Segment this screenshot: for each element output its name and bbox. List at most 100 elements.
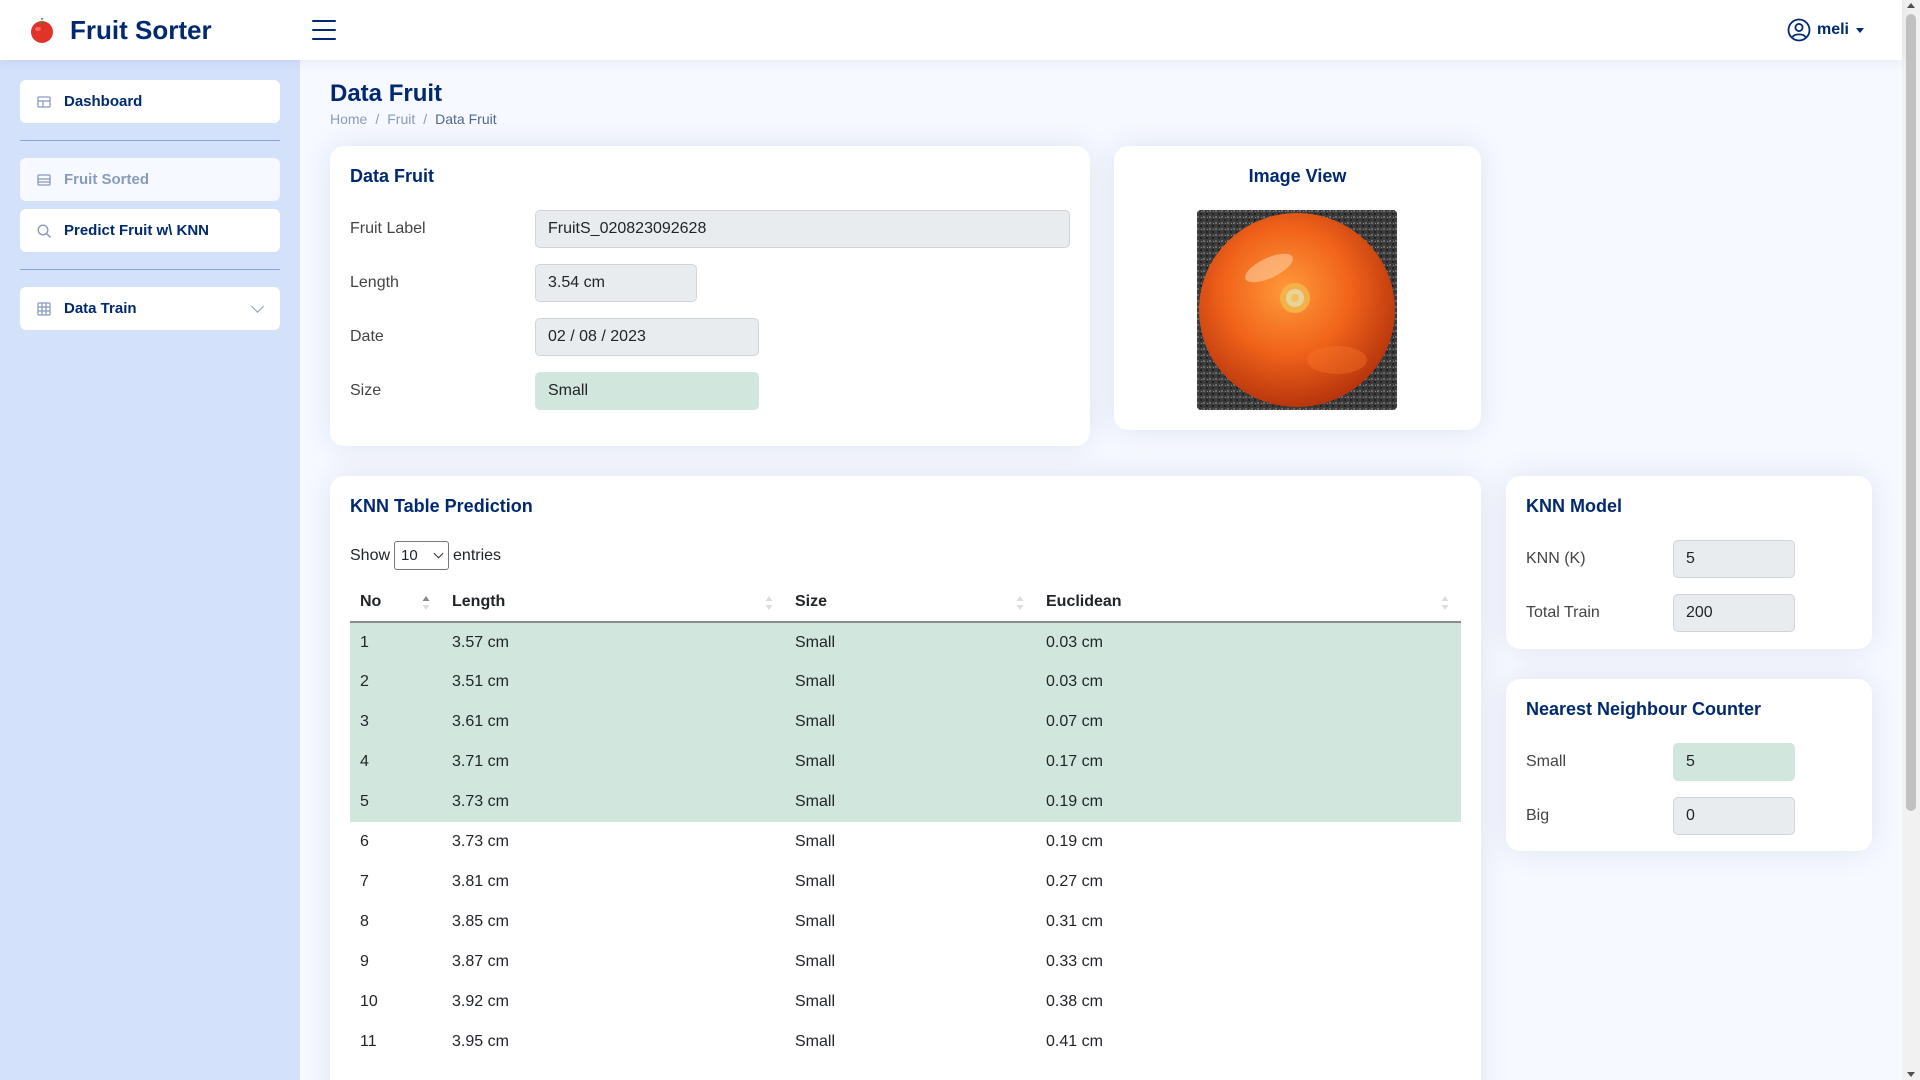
cell-euclidean: 0.03 cm	[1036, 662, 1461, 702]
cell-length: 3.85 cm	[452, 913, 509, 930]
table-row[interactable]: 1 3.57 cm Small 0.03 cm	[350, 622, 1461, 662]
cell-size: Small	[785, 742, 1036, 782]
cell-euclidean: 0.03 cm	[1036, 622, 1461, 662]
chevron-down-icon	[433, 548, 444, 559]
top-header: Fruit Sorter meli	[0, 0, 1902, 60]
user-menu[interactable]: meli	[1787, 18, 1864, 42]
cell-size: Small	[785, 782, 1036, 822]
cell-length: 3.92 cm	[452, 993, 509, 1010]
cell-euclidean: 0.27 cm	[1046, 873, 1103, 890]
user-circle-icon	[1787, 18, 1811, 42]
table-header-row: No Length Size Euclidean	[350, 582, 1461, 623]
table-row[interactable]: 4 3.71 cm Small 0.17 cm	[350, 742, 1461, 782]
cell-size: Small	[795, 953, 836, 970]
table-row[interactable]: 2 3.51 cm Small 0.03 cm	[350, 662, 1461, 702]
date-field[interactable]: 02 / 08 / 2023	[535, 318, 759, 356]
cell-size: Small	[795, 833, 836, 850]
small-count-row: Small 5	[1526, 743, 1795, 781]
entries-select-value: 10	[401, 547, 418, 564]
cell-no: 6	[360, 833, 369, 850]
size-field[interactable]: Small	[535, 372, 759, 410]
scroll-down-icon[interactable]	[1907, 1072, 1915, 1077]
table-row[interactable]: 6 3.73 cm Small 0.19 cm	[350, 822, 1461, 862]
neighbour-counter-card: Nearest Neighbour Counter Small 5 Big 0	[1506, 679, 1872, 851]
tomato-icon	[31, 18, 53, 43]
cell-length: 3.57 cm	[442, 622, 785, 662]
show-label: Show	[350, 546, 391, 564]
cell-no: 5	[350, 782, 442, 822]
list-icon	[36, 172, 52, 188]
sidebar-divider	[20, 269, 280, 270]
cell-euclidean: 0.17 cm	[1036, 742, 1461, 782]
sidebar-item-label: Dashboard	[64, 93, 143, 110]
sidebar-item-label: Data Train	[64, 300, 137, 317]
fruit-image	[1197, 210, 1397, 410]
breadcrumb-current: Data Fruit	[435, 111, 497, 127]
cell-size: Small	[795, 1033, 836, 1050]
breadcrumb: Home / Fruit / Data Fruit	[330, 111, 497, 127]
length-row: Length 3.54 cm	[350, 264, 697, 302]
breadcrumb-fruit[interactable]: Fruit	[387, 111, 415, 127]
search-icon	[36, 223, 52, 239]
cell-no: 11	[360, 1033, 377, 1050]
cell-euclidean: 0.38 cm	[1046, 993, 1103, 1010]
length-field[interactable]: 3.54 cm	[535, 264, 697, 302]
length-label: Length	[350, 274, 399, 291]
table-row[interactable]: 9 3.87 cm Small 0.33 cm	[350, 942, 1461, 982]
chevron-down-icon	[251, 300, 264, 313]
cell-euclidean: 0.19 cm	[1036, 782, 1461, 822]
knn-model-card: KNN Model KNN (K) 5 Total Train 200	[1506, 476, 1872, 649]
table-body: 1 3.57 cm Small 0.03 cm 2 3.51 cm Small 0.03 cm…	[350, 622, 1461, 1062]
cell-size: Small	[795, 993, 836, 1010]
breadcrumb-home[interactable]: Home	[330, 111, 367, 127]
cell-euclidean: 0.19 cm	[1046, 833, 1103, 850]
entries-label: entries	[453, 546, 502, 564]
big-count-label: Big	[1526, 807, 1550, 824]
cell-no: 2	[350, 662, 442, 702]
date-row: Date 02 / 08 / 2023	[350, 318, 759, 356]
column-header-euclidean[interactable]: Euclidean	[1036, 582, 1461, 623]
scroll-up-icon[interactable]	[1907, 3, 1915, 8]
cell-no: 3	[350, 702, 442, 742]
total-train-field[interactable]: 200	[1673, 594, 1795, 632]
hamburger-menu-icon[interactable]	[312, 20, 336, 40]
column-header-no[interactable]: No	[350, 582, 442, 623]
table-row[interactable]: 7 3.81 cm Small 0.27 cm	[350, 862, 1461, 902]
entries-control: Show 10 entries	[350, 541, 501, 570]
fruit-label-field[interactable]: FruitS_020823092628	[535, 210, 1070, 248]
column-header-length[interactable]: Length	[442, 582, 785, 623]
scrollbar-thumb[interactable]	[1906, 14, 1916, 811]
size-label: Size	[350, 382, 382, 399]
cell-size: Small	[795, 873, 836, 890]
card-title: Nearest Neighbour Counter	[1526, 699, 1762, 719]
table-row[interactable]: 5 3.73 cm Small 0.19 cm	[350, 782, 1461, 822]
sidebar-item-predict[interactable]: Predict Fruit w\ KNN	[20, 209, 280, 252]
entries-select[interactable]: 10	[394, 541, 450, 570]
cell-no: 1	[350, 622, 442, 662]
big-count-row: Big 0	[1526, 797, 1795, 835]
cell-length: 3.61 cm	[442, 702, 785, 742]
table-row[interactable]: 8 3.85 cm Small 0.31 cm	[350, 902, 1461, 942]
sidebar-item-data-train[interactable]: Data Train	[20, 287, 280, 330]
cell-no: 10	[360, 993, 378, 1010]
sidebar-item-fruit-sorted[interactable]: Fruit Sorted	[20, 158, 280, 201]
fruit-label-row: Fruit Label FruitS_020823092628	[350, 210, 1070, 248]
small-count-label: Small	[1526, 753, 1567, 770]
table-row[interactable]: 10 3.92 cm Small 0.38 cm	[350, 982, 1461, 1022]
knn-k-field[interactable]: 5	[1673, 540, 1795, 578]
sidebar-item-label: Fruit Sorted	[64, 171, 149, 188]
size-row: Size Small	[350, 372, 759, 410]
column-header-size[interactable]: Size	[785, 582, 1036, 623]
sort-icon	[1441, 596, 1449, 610]
table-icon	[36, 301, 52, 317]
small-count-field[interactable]: 5	[1673, 743, 1795, 781]
sidebar-item-label: Predict Fruit w\ KNN	[64, 222, 210, 239]
sidebar-item-dashboard[interactable]: Dashboard	[20, 80, 280, 123]
cell-length: 3.87 cm	[452, 953, 509, 970]
logo[interactable]: Fruit Sorter	[28, 15, 300, 46]
big-count-field[interactable]: 0	[1673, 797, 1795, 835]
table-row[interactable]: 3 3.61 cm Small 0.07 cm	[350, 702, 1461, 742]
page-scrollbar[interactable]	[1902, 0, 1920, 1080]
table-row[interactable]: 11 3.95 cm Small 0.41 cm	[350, 1022, 1461, 1062]
knn-table-card: KNN Table Prediction Show 10 entries No …	[330, 476, 1481, 1080]
